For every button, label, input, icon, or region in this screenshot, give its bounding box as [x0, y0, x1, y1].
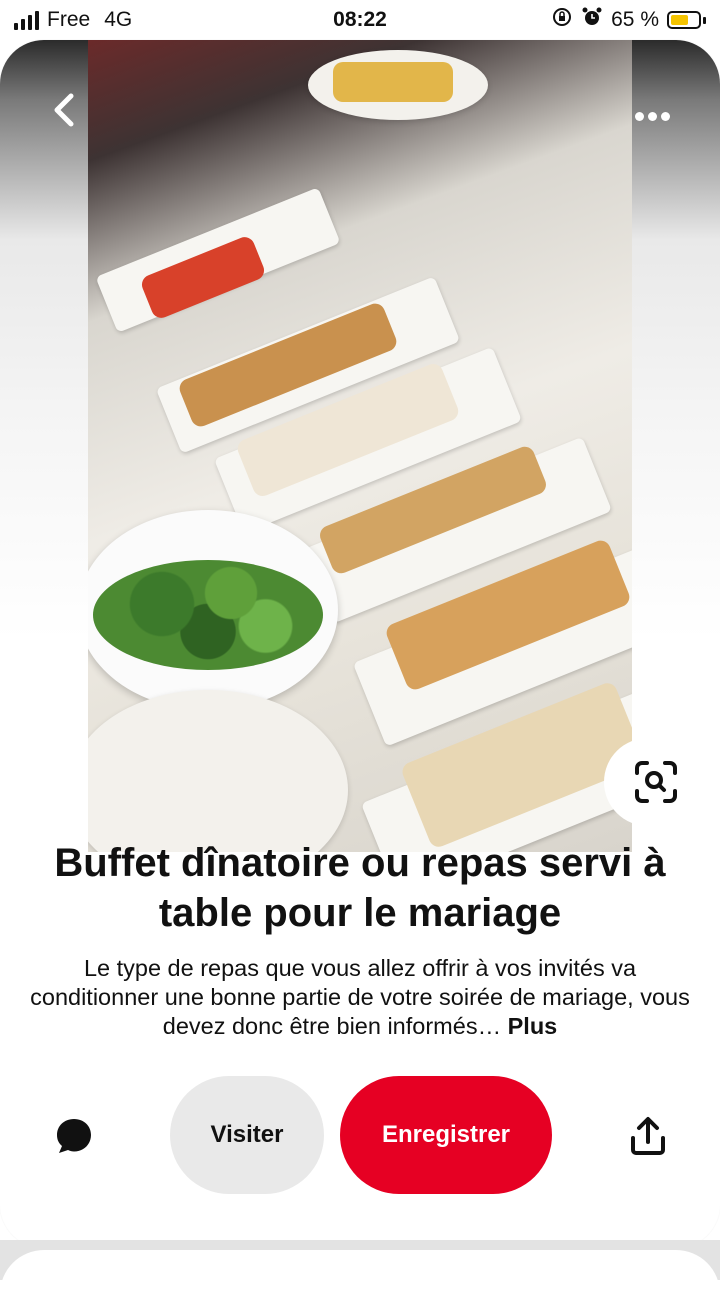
battery-percent: 65 % [611, 8, 659, 31]
signal-icon [14, 10, 39, 30]
visit-button[interactable]: Visiter [170, 1076, 324, 1194]
more-icon [634, 111, 670, 121]
more-link[interactable]: Plus [508, 1013, 558, 1039]
save-button[interactable]: Enregistrer [340, 1076, 552, 1194]
pin-image[interactable] [88, 40, 632, 852]
battery-icon [667, 11, 706, 29]
description-text: Le type de repas que vous allez offrir à… [30, 955, 690, 1039]
visual-search-button[interactable] [604, 738, 700, 826]
status-bar: Free 4G 08:22 65 % [0, 0, 720, 40]
hero-backdrop [0, 40, 720, 852]
network-label: 4G [104, 8, 133, 31]
rotation-lock-icon [551, 6, 573, 34]
share-icon [631, 1117, 665, 1155]
comment-icon [57, 1119, 91, 1153]
action-bar: Visiter Enregistrer [0, 1076, 720, 1194]
back-icon [54, 93, 74, 127]
more-options-button[interactable] [626, 90, 678, 142]
alarm-icon [581, 6, 603, 34]
pin-title: Buffet dînatoire ou repas servi à table … [54, 841, 666, 935]
visual-search-icon [635, 761, 677, 803]
status-right: 65 % [551, 6, 706, 34]
back-button[interactable] [38, 84, 90, 136]
food-illustration [333, 62, 453, 102]
share-button[interactable] [620, 1108, 676, 1164]
comment-button[interactable] [46, 1108, 102, 1164]
next-pin-card-edge[interactable] [0, 1250, 720, 1310]
pin-description[interactable]: Le type de repas que vous allez offrir à… [30, 954, 690, 1041]
pin-card: Buffet dînatoire ou repas servi à table … [0, 40, 720, 1248]
carrier-label: Free [47, 8, 91, 31]
status-left: Free 4G [14, 8, 132, 32]
salad-illustration [93, 560, 323, 670]
plate-illustration [88, 690, 348, 852]
